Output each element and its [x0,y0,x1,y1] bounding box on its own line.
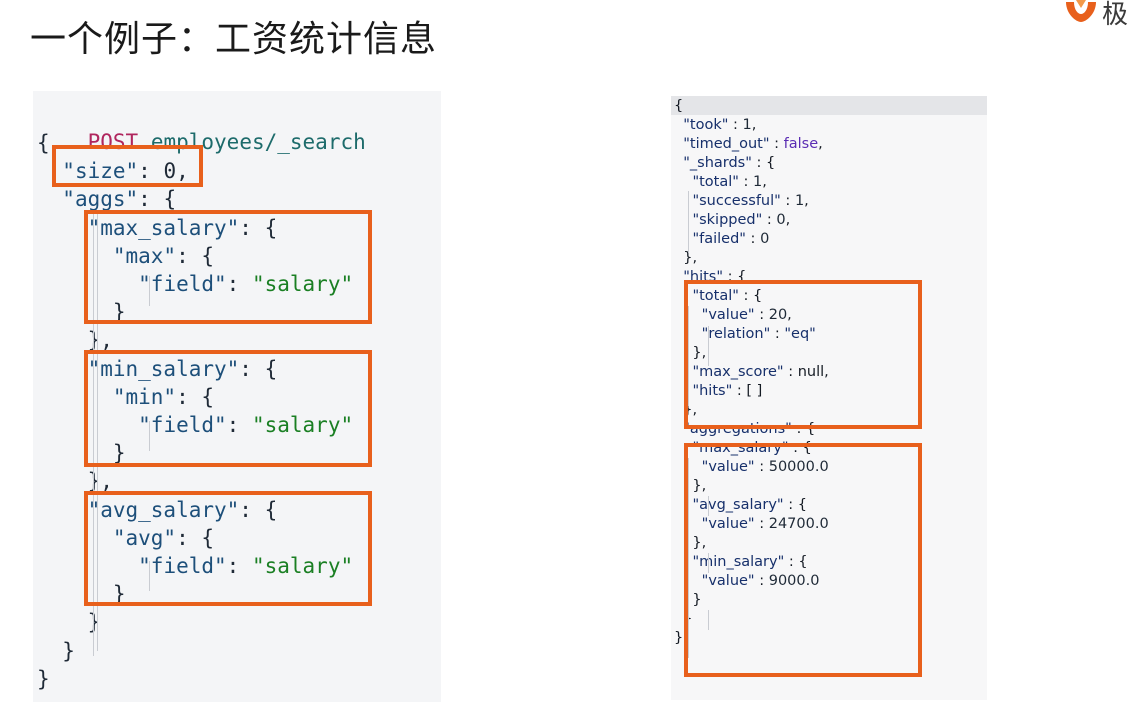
highlight-avg-salary [84,491,372,606]
brand-logo: 极 [1060,0,1147,30]
highlight-hits [684,280,922,429]
code-line: } [37,666,50,691]
highlight-max-salary [84,210,372,324]
slide-title: 一个例子：工资统计信息 [30,19,438,60]
code-line: { [674,98,684,114]
code-line: } [674,630,684,646]
highlight-aggregations [684,443,922,677]
code-line: "timed_out" : false, [683,136,823,152]
indent-guide [688,191,689,253]
highlight-size [52,145,203,187]
code-line: }, [674,250,698,266]
response-toolbar-strip [671,96,987,115]
code-line: "total" : 1, [692,174,767,190]
code-line: } [37,638,75,663]
logo-text: 极 [1102,0,1129,30]
highlight-min-salary [84,350,372,467]
code-line: "successful" : 1, [692,193,809,209]
code-line: "_shards" : { [683,155,776,171]
logo-mark-icon [1066,0,1096,22]
code-line: "skipped" : 0, [692,212,791,228]
code-line: } [37,610,101,635]
code-line: "took" : 1, [683,117,757,133]
code-line: { [37,131,50,155]
